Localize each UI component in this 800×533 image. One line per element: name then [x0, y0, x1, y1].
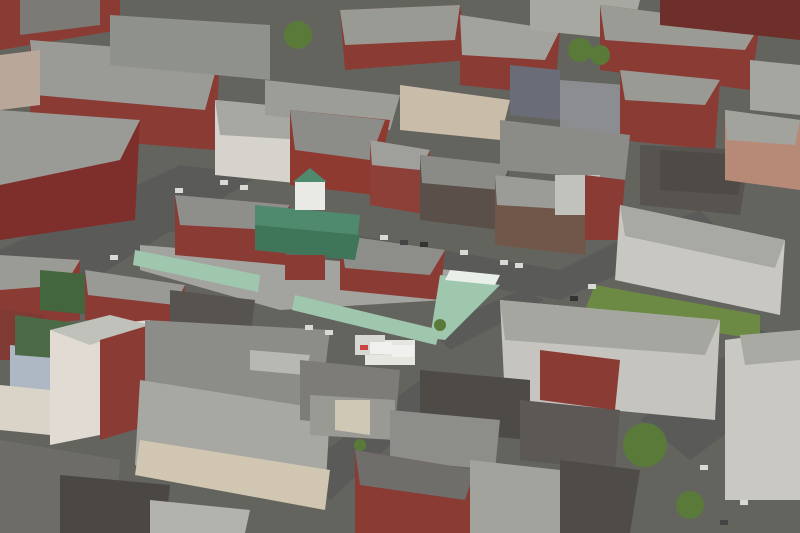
- white-apartment-building: [50, 315, 150, 445]
- market-cupola: [295, 180, 325, 210]
- aerial-photo: [0, 0, 800, 533]
